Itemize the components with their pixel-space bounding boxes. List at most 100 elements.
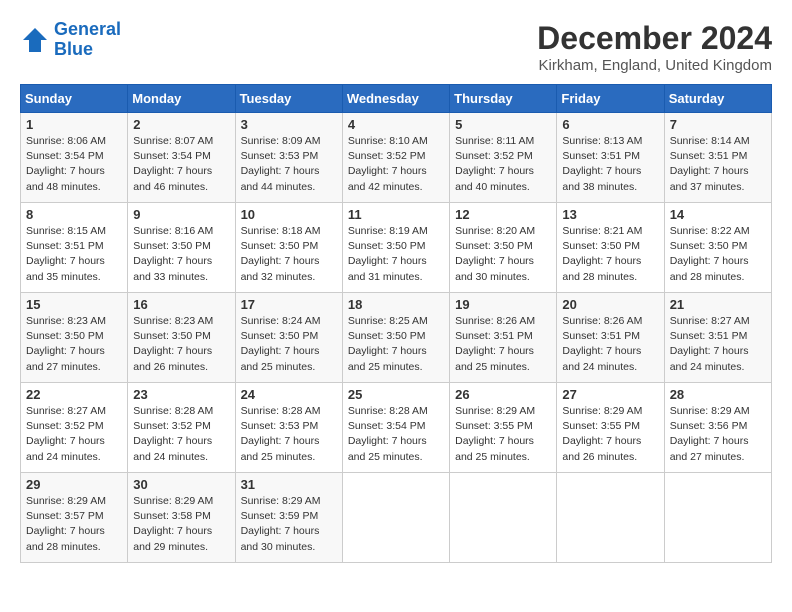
day-info: Sunrise: 8:26 AM Sunset: 3:51 PM Dayligh… — [562, 314, 658, 375]
calendar-cell — [450, 473, 557, 563]
calendar-cell: 28 Sunrise: 8:29 AM Sunset: 3:56 PM Dayli… — [664, 383, 771, 473]
day-number: 29 — [26, 477, 122, 492]
day-number: 19 — [455, 297, 551, 312]
day-info: Sunrise: 8:26 AM Sunset: 3:51 PM Dayligh… — [455, 314, 551, 375]
calendar-cell: 4 Sunrise: 8:10 AM Sunset: 3:52 PM Daylig… — [342, 113, 449, 203]
day-info: Sunrise: 8:19 AM Sunset: 3:50 PM Dayligh… — [348, 224, 444, 285]
calendar-cell: 5 Sunrise: 8:11 AM Sunset: 3:52 PM Daylig… — [450, 113, 557, 203]
day-header-sunday: Sunday — [21, 85, 128, 113]
calendar-cell: 11Sunrise: 8:19 AM Sunset: 3:50 PM Dayli… — [342, 203, 449, 293]
day-info: Sunrise: 8:10 AM Sunset: 3:52 PM Dayligh… — [348, 134, 444, 195]
calendar-cell: 13 Sunrise: 8:21 AM Sunset: 3:50 PM Dayli… — [557, 203, 664, 293]
day-info: Sunrise: 8:15 AM Sunset: 3:51 PM Dayligh… — [26, 224, 122, 285]
calendar-week-row: 29 Sunrise: 8:29 AM Sunset: 3:57 PM Dayli… — [21, 473, 772, 563]
day-number: 9 — [133, 207, 229, 222]
calendar-cell: 6Sunrise: 8:13 AM Sunset: 3:51 PM Daylig… — [557, 113, 664, 203]
day-info: Sunrise: 8:28 AM Sunset: 3:53 PM Dayligh… — [241, 404, 337, 465]
day-info: Sunrise: 8:29 AM Sunset: 3:58 PM Dayligh… — [133, 494, 229, 555]
day-info: Sunrise: 8:29 AM Sunset: 3:55 PM Dayligh… — [562, 404, 658, 465]
calendar-cell: 19 Sunrise: 8:26 AM Sunset: 3:51 PM Dayli… — [450, 293, 557, 383]
day-number: 8 — [26, 207, 122, 222]
day-header-wednesday: Wednesday — [342, 85, 449, 113]
calendar-cell: 21Sunrise: 8:27 AM Sunset: 3:51 PM Dayli… — [664, 293, 771, 383]
day-info: Sunrise: 8:18 AM Sunset: 3:50 PM Dayligh… — [241, 224, 337, 285]
day-number: 14 — [670, 207, 766, 222]
day-info: Sunrise: 8:06 AM Sunset: 3:54 PM Dayligh… — [26, 134, 122, 195]
day-number: 16 — [133, 297, 229, 312]
day-number: 7 — [670, 117, 766, 132]
day-number: 2 — [133, 117, 229, 132]
day-info: Sunrise: 8:23 AM Sunset: 3:50 PM Dayligh… — [133, 314, 229, 375]
day-info: Sunrise: 8:29 AM Sunset: 3:55 PM Dayligh… — [455, 404, 551, 465]
title-block: December 2024 Kirkham, England, United K… — [537, 20, 772, 74]
day-header-saturday: Saturday — [664, 85, 771, 113]
day-info: Sunrise: 8:29 AM Sunset: 3:57 PM Dayligh… — [26, 494, 122, 555]
day-number: 1 — [26, 117, 122, 132]
calendar-cell: 22 Sunrise: 8:27 AM Sunset: 3:52 PM Dayli… — [21, 383, 128, 473]
day-number: 28 — [670, 387, 766, 402]
day-info: Sunrise: 8:27 AM Sunset: 3:52 PM Dayligh… — [26, 404, 122, 465]
day-info: Sunrise: 8:21 AM Sunset: 3:50 PM Dayligh… — [562, 224, 658, 285]
day-number: 13 — [562, 207, 658, 222]
day-info: Sunrise: 8:13 AM Sunset: 3:51 PM Dayligh… — [562, 134, 658, 195]
calendar-cell: 29 Sunrise: 8:29 AM Sunset: 3:57 PM Dayli… — [21, 473, 128, 563]
calendar-cell: 17 Sunrise: 8:24 AM Sunset: 3:50 PM Dayli… — [235, 293, 342, 383]
day-number: 31 — [241, 477, 337, 492]
calendar-cell: 31Sunrise: 8:29 AM Sunset: 3:59 PM Dayli… — [235, 473, 342, 563]
day-info: Sunrise: 8:28 AM Sunset: 3:52 PM Dayligh… — [133, 404, 229, 465]
calendar-cell: 8 Sunrise: 8:15 AM Sunset: 3:51 PM Daylig… — [21, 203, 128, 293]
day-number: 24 — [241, 387, 337, 402]
day-number: 15 — [26, 297, 122, 312]
day-number: 5 — [455, 117, 551, 132]
day-number: 22 — [26, 387, 122, 402]
calendar-cell: 24 Sunrise: 8:28 AM Sunset: 3:53 PM Dayli… — [235, 383, 342, 473]
day-info: Sunrise: 8:24 AM Sunset: 3:50 PM Dayligh… — [241, 314, 337, 375]
day-info: Sunrise: 8:29 AM Sunset: 3:56 PM Dayligh… — [670, 404, 766, 465]
day-info: Sunrise: 8:27 AM Sunset: 3:51 PM Dayligh… — [670, 314, 766, 375]
calendar-table: SundayMondayTuesdayWednesdayThursdayFrid… — [20, 84, 772, 563]
calendar-cell: 25Sunrise: 8:28 AM Sunset: 3:54 PM Dayli… — [342, 383, 449, 473]
day-number: 4 — [348, 117, 444, 132]
day-info: Sunrise: 8:14 AM Sunset: 3:51 PM Dayligh… — [670, 134, 766, 195]
day-header-friday: Friday — [557, 85, 664, 113]
day-number: 17 — [241, 297, 337, 312]
calendar-cell — [342, 473, 449, 563]
logo: General Blue — [20, 20, 121, 60]
page-header: General Blue December 2024 Kirkham, Engl… — [20, 20, 772, 74]
calendar-cell: 20Sunrise: 8:26 AM Sunset: 3:51 PM Dayli… — [557, 293, 664, 383]
day-info: Sunrise: 8:11 AM Sunset: 3:52 PM Dayligh… — [455, 134, 551, 195]
day-info: Sunrise: 8:23 AM Sunset: 3:50 PM Dayligh… — [26, 314, 122, 375]
calendar-cell: 10 Sunrise: 8:18 AM Sunset: 3:50 PM Dayli… — [235, 203, 342, 293]
calendar-cell: 9 Sunrise: 8:16 AM Sunset: 3:50 PM Daylig… — [128, 203, 235, 293]
calendar-week-row: 22 Sunrise: 8:27 AM Sunset: 3:52 PM Dayli… — [21, 383, 772, 473]
day-header-tuesday: Tuesday — [235, 85, 342, 113]
month-title: December 2024 — [537, 20, 772, 57]
calendar-cell: 18 Sunrise: 8:25 AM Sunset: 3:50 PM Dayli… — [342, 293, 449, 383]
calendar-header-row: SundayMondayTuesdayWednesdayThursdayFrid… — [21, 85, 772, 113]
calendar-week-row: 15 Sunrise: 8:23 AM Sunset: 3:50 PM Dayli… — [21, 293, 772, 383]
day-info: Sunrise: 8:25 AM Sunset: 3:50 PM Dayligh… — [348, 314, 444, 375]
day-info: Sunrise: 8:22 AM Sunset: 3:50 PM Dayligh… — [670, 224, 766, 285]
calendar-cell: 23 Sunrise: 8:28 AM Sunset: 3:52 PM Dayli… — [128, 383, 235, 473]
calendar-cell: 2 Sunrise: 8:07 AM Sunset: 3:54 PM Daylig… — [128, 113, 235, 203]
day-info: Sunrise: 8:16 AM Sunset: 3:50 PM Dayligh… — [133, 224, 229, 285]
day-number: 30 — [133, 477, 229, 492]
day-number: 3 — [241, 117, 337, 132]
calendar-cell: 14 Sunrise: 8:22 AM Sunset: 3:50 PM Dayli… — [664, 203, 771, 293]
day-number: 10 — [241, 207, 337, 222]
calendar-cell: 30 Sunrise: 8:29 AM Sunset: 3:58 PM Dayli… — [128, 473, 235, 563]
calendar-cell: 26 Sunrise: 8:29 AM Sunset: 3:55 PM Dayli… — [450, 383, 557, 473]
day-number: 18 — [348, 297, 444, 312]
day-number: 23 — [133, 387, 229, 402]
day-number: 12 — [455, 207, 551, 222]
day-header-thursday: Thursday — [450, 85, 557, 113]
calendar-cell: 7 Sunrise: 8:14 AM Sunset: 3:51 PM Daylig… — [664, 113, 771, 203]
day-header-monday: Monday — [128, 85, 235, 113]
day-info: Sunrise: 8:28 AM Sunset: 3:54 PM Dayligh… — [348, 404, 444, 465]
calendar-cell — [557, 473, 664, 563]
logo-icon — [20, 25, 50, 55]
day-number: 26 — [455, 387, 551, 402]
day-info: Sunrise: 8:07 AM Sunset: 3:54 PM Dayligh… — [133, 134, 229, 195]
calendar-cell: 12Sunrise: 8:20 AM Sunset: 3:50 PM Dayli… — [450, 203, 557, 293]
calendar-cell — [664, 473, 771, 563]
